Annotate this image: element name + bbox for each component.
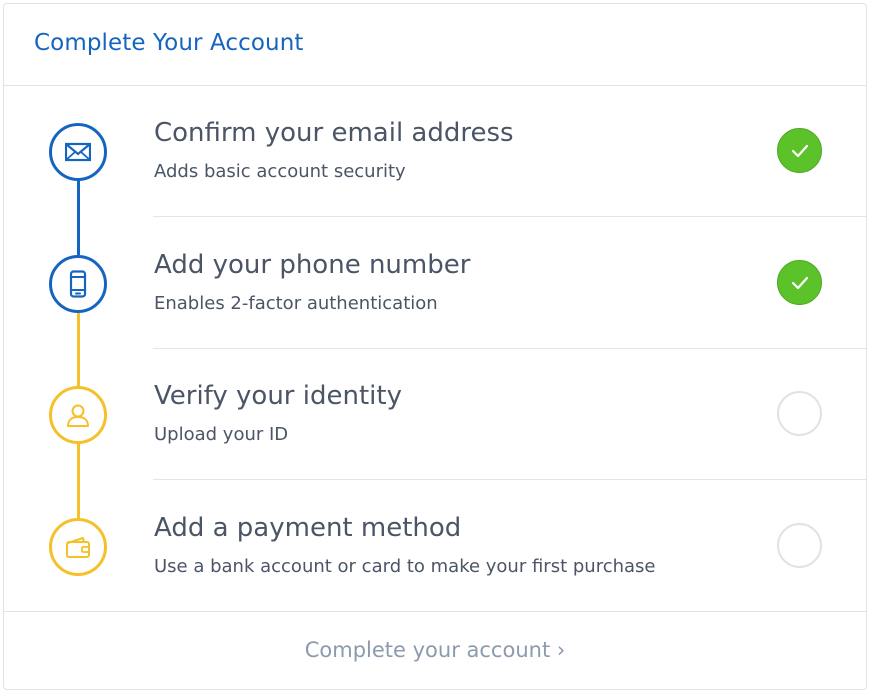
wallet-icon (49, 518, 107, 576)
pending-status-circle (777, 391, 822, 436)
step-title: Confirm your email address (154, 118, 514, 148)
step-subtitle: Upload your ID (154, 424, 289, 445)
step-divider (153, 216, 866, 217)
step-connector-1 (77, 179, 80, 255)
card-header: Complete Your Account (4, 4, 866, 86)
phone-icon (49, 255, 107, 313)
step-subtitle: Adds basic account security (154, 161, 406, 182)
completed-check-icon (777, 260, 822, 305)
step-subtitle: Use a bank account or card to make your … (154, 556, 656, 577)
complete-account-link[interactable]: Complete your account › (4, 638, 866, 662)
step-title: Add your phone number (154, 250, 471, 280)
card-title: Complete Your Account (34, 30, 304, 56)
step-connector-3 (77, 443, 80, 519)
step-title: Verify your identity (154, 381, 402, 411)
pending-status-circle (777, 523, 822, 568)
step-subtitle: Enables 2-factor authentication (154, 293, 438, 314)
card-footer: Complete your account › (4, 611, 866, 690)
user-icon (49, 386, 107, 444)
step-title: Add a payment method (154, 513, 462, 543)
step-connector-2 (77, 311, 80, 387)
envelope-icon (49, 123, 107, 181)
step-divider (153, 479, 866, 480)
completed-check-icon (777, 128, 822, 173)
complete-account-card: Complete Your Account Confirm your email… (3, 3, 867, 690)
step-divider (153, 348, 866, 349)
